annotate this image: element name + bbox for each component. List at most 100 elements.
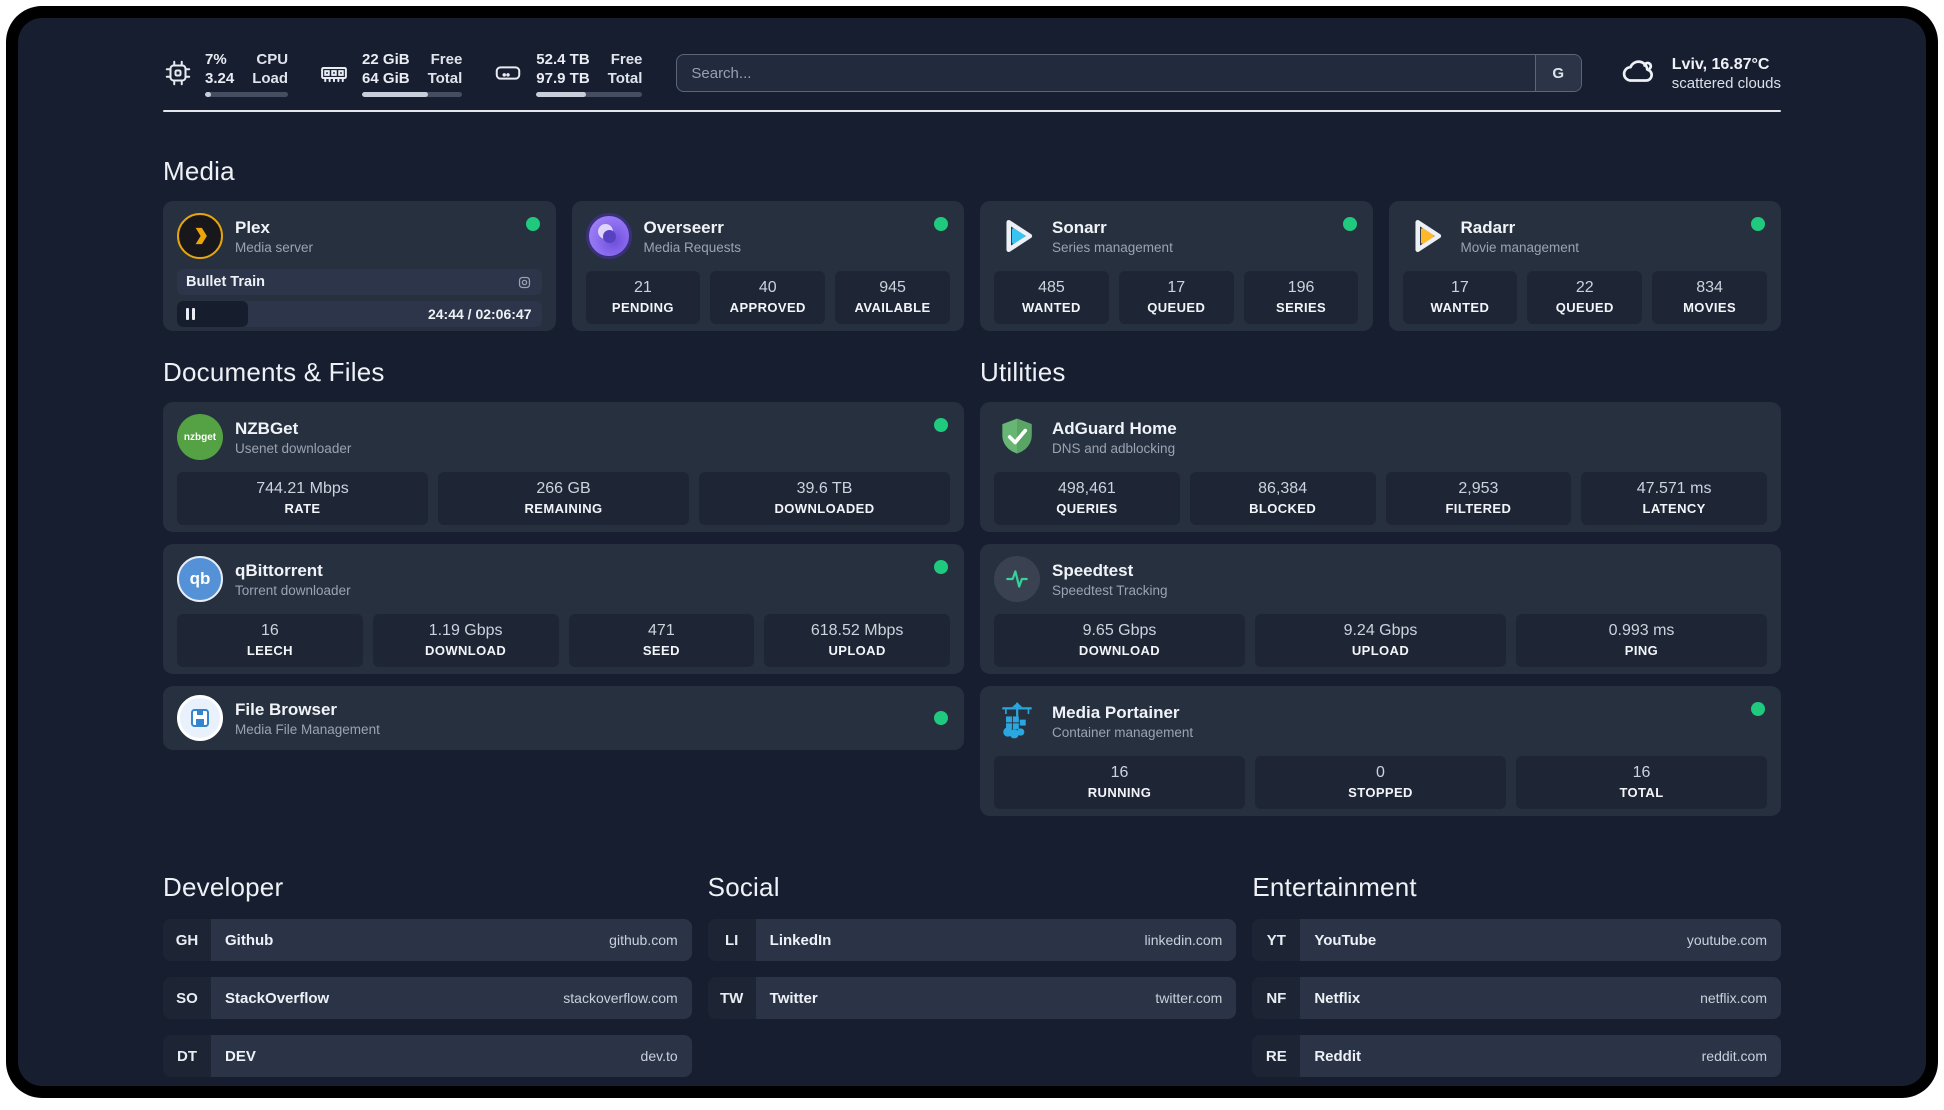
stat-tile: 22 QUEUED [1527, 271, 1643, 324]
app-card-overseerr[interactable]: Overseerr Media Requests 21 PENDING 40 A… [571, 201, 964, 331]
sonarr-logo [994, 213, 1040, 259]
bookmark-abbr: TW [707, 977, 756, 1019]
app-card-filebrowser[interactable]: File Browser Media File Management [163, 686, 964, 750]
stat-tile: 86,384 BLOCKED [1189, 472, 1376, 525]
cpu-usage-label: CPU [256, 50, 289, 68]
disk-stat-widget: 52.4 TB 97.9 TB Free Total [492, 50, 643, 97]
status-dot [934, 560, 948, 574]
pause-icon[interactable] [186, 308, 189, 320]
bookmark-url: twitter.com [1155, 990, 1223, 1006]
status-dot [934, 217, 948, 231]
bookmark-linkedin[interactable]: LI LinkedIn linkedin.com [707, 919, 1237, 961]
stat-tile: 485 WANTED [994, 271, 1109, 324]
memory-free-value: 22 GiB [362, 50, 410, 68]
app-desc: Series management [1052, 239, 1173, 255]
bookmark-group-social: Social LI LinkedIn linkedin.com TW Twitt… [707, 872, 1237, 1077]
bookmark-url: github.com [609, 932, 678, 948]
memory-total-label: Total [427, 69, 463, 87]
memory-stat-widget: 22 GiB 64 GiB Free Total [318, 50, 463, 97]
bookmark-url: youtube.com [1686, 932, 1767, 948]
app-card-speedtest[interactable]: Speedtest Speedtest Tracking 9.65 Gbps D… [980, 544, 1781, 674]
app-name: Plex [235, 217, 270, 237]
bookmark-group-entertainment: Entertainment YT YouTube youtube.com NF … [1252, 872, 1781, 1077]
cpu-usage-value: 7% [205, 50, 227, 68]
memory-total-value: 64 GiB [362, 69, 410, 87]
app-desc: Speedtest Tracking [1052, 582, 1168, 598]
portainer-logo [994, 698, 1040, 744]
disk-progress-bar [536, 91, 643, 97]
bookmark-abbr: LI [707, 919, 756, 961]
section-title-documents: Documents & Files [163, 357, 385, 387]
status-dot [1751, 217, 1765, 231]
memory-free-label: Free [430, 50, 463, 68]
bookmark-name: Reddit [1314, 1047, 1361, 1065]
cpu-stat-widget: 7% 3.24 CPU Load [163, 50, 289, 97]
bookmark-group-developer: Developer GH Github github.com SO StackO… [163, 872, 692, 1077]
stat-tile: 39.6 TB DOWNLOADED [699, 472, 950, 525]
app-name: File Browser [235, 699, 338, 719]
app-card-plex[interactable]: Plex Media server Bullet Train 24:44 / 0… [163, 201, 556, 331]
weather-location-temp: Lviv, 16.87°C [1671, 55, 1770, 73]
section-title-developer: Developer [163, 872, 284, 902]
utilities-column: Utilities AdGuard Home DNS and adblockin… [980, 357, 1781, 816]
stat-tile: 196 SERIES [1243, 271, 1359, 324]
system-stats: 7% 3.24 CPU Load 22 GiB 64 GiB Free Tota… [163, 50, 643, 97]
stat-tile: 9.24 Gbps UPLOAD [1255, 614, 1506, 667]
search-engine-button[interactable]: G [1534, 55, 1581, 91]
section-title-entertainment: Entertainment [1252, 872, 1417, 902]
stat-tile: 0.993 ms PING [1516, 614, 1767, 667]
stat-tile: 618.52 Mbps UPLOAD [764, 614, 950, 667]
status-dot [934, 418, 948, 432]
cpu-load-label: Load [252, 69, 289, 87]
app-card-qbittorrent[interactable]: qb qBittorrent Torrent downloader 16 LEE… [163, 544, 964, 674]
status-dot [934, 711, 948, 725]
bookmark-name: StackOverflow [225, 989, 330, 1007]
app-desc: Movie management [1460, 239, 1580, 255]
bookmark-twitter[interactable]: TW Twitter twitter.com [707, 977, 1237, 1019]
stat-tile: 834 MOVIES [1652, 271, 1767, 324]
bookmark-dev[interactable]: DT DEV dev.to [163, 1035, 692, 1077]
disk-free-label: Free [610, 50, 643, 68]
stat-tile: 16 TOTAL [1516, 756, 1767, 809]
app-desc: Torrent downloader [235, 582, 351, 598]
search-bar[interactable]: G [676, 54, 1582, 92]
header-divider [163, 110, 1781, 112]
stat-tile: 0 STOPPED [1255, 756, 1506, 809]
app-card-radarr[interactable]: Radarr Movie management 17 WANTED 22 QUE… [1388, 201, 1781, 331]
app-name: Media Portainer [1052, 702, 1180, 722]
stat-tile: 744.21 Mbps RATE [177, 472, 428, 525]
bookmark-netflix[interactable]: NF Netflix netflix.com [1252, 977, 1781, 1019]
stat-tile: 1.19 Gbps DOWNLOAD [372, 614, 559, 667]
bookmark-url: dev.to [640, 1048, 678, 1064]
bookmark-youtube[interactable]: YT YouTube youtube.com [1252, 919, 1781, 961]
section-title-social: Social [707, 872, 780, 902]
app-card-sonarr[interactable]: Sonarr Series management 485 WANTED 17 Q… [980, 201, 1373, 331]
weather-condition: scattered clouds [1671, 74, 1781, 92]
section-title-media: Media [163, 156, 235, 186]
bookmark-github[interactable]: GH Github github.com [163, 919, 692, 961]
stat-tile: 498,461 QUERIES [994, 472, 1180, 525]
stat-tile: 17 WANTED [1402, 271, 1518, 324]
app-desc: Media Requests [643, 239, 742, 255]
playback-progress-bar[interactable]: 24:44 / 02:06:47 [177, 301, 542, 327]
app-name: NZBGet [235, 418, 299, 438]
search-input[interactable] [677, 55, 1535, 91]
app-card-adguard[interactable]: AdGuard Home DNS and adblocking 498,461 … [980, 402, 1781, 532]
status-dot [1751, 702, 1765, 716]
app-name: Radarr [1460, 217, 1516, 237]
adguard-logo [994, 414, 1040, 460]
nzbget-logo: nzbget [177, 414, 223, 460]
app-card-portainer[interactable]: Media Portainer Container management 16 … [980, 686, 1781, 816]
bookmark-reddit[interactable]: RE Reddit reddit.com [1252, 1035, 1781, 1077]
section-title-utilities: Utilities [980, 357, 1066, 387]
session-camera-icon[interactable] [516, 274, 533, 291]
stat-tile: 47.571 ms LATENCY [1581, 472, 1767, 525]
bookmark-stackoverflow[interactable]: SO StackOverflow stackoverflow.com [163, 977, 692, 1019]
bookmark-abbr: RE [1252, 1035, 1301, 1077]
app-card-nzbget[interactable]: nzbget NZBGet Usenet downloader 744.21 M… [163, 402, 964, 532]
header-bar: 7% 3.24 CPU Load 22 GiB 64 GiB Free Tota… [163, 50, 1781, 97]
memory-icon [318, 58, 350, 88]
status-dot [1342, 217, 1357, 231]
app-name: Speedtest [1052, 560, 1134, 580]
app-desc: Container management [1052, 724, 1194, 740]
